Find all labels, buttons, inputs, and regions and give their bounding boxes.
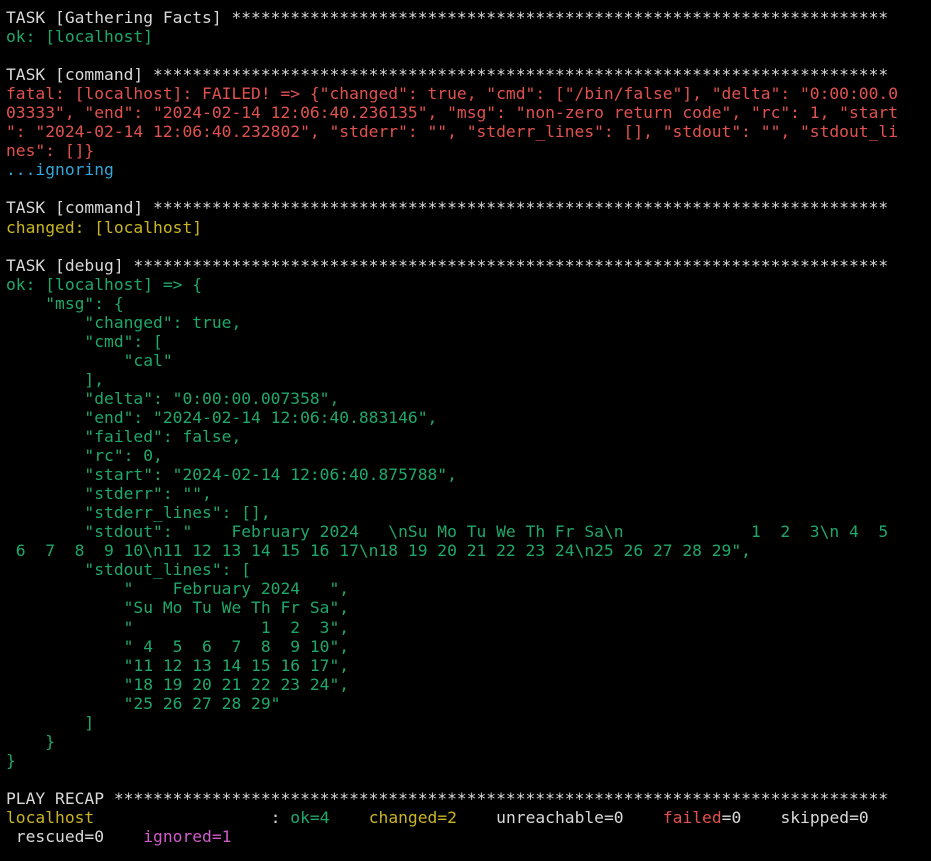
terminal-text-segment: changed: [localhost] — [6, 217, 203, 237]
terminal-text-segment: TASK [debug] ***************************… — [6, 255, 889, 275]
terminal-line: localhost : ok=4 changed=2 unreachable=0… — [6, 808, 931, 827]
terminal-text-segment: " 4 5 6 7 8 9 10", — [6, 636, 350, 656]
terminal-text-segment: " 1 2 3", — [6, 617, 350, 637]
terminal-text-segment: ], — [6, 369, 105, 389]
terminal-line: " February 2024 ", — [6, 579, 931, 598]
terminal-text-segment: ok: [localhost] — [6, 27, 154, 47]
terminal-text-segment: "cmd": [ — [6, 331, 163, 351]
terminal-text-segment: nes": []} — [6, 141, 95, 161]
terminal-text-segment: unreachable=0 — [456, 807, 663, 827]
terminal-text-segment: "18 19 20 21 22 23 24", — [6, 674, 350, 694]
terminal-line: 6 7 8 9 10\n11 12 13 14 15 16 17\n18 19 … — [6, 541, 931, 560]
terminal-text-segment: "Su Mo Tu We Th Fr Sa", — [6, 598, 350, 618]
terminal-line: "cal" — [6, 351, 931, 370]
terminal-text-segment: TASK [command] *************************… — [6, 198, 889, 218]
terminal-text-segment: "failed": false, — [6, 427, 242, 447]
terminal-line: "failed": false, — [6, 427, 931, 446]
terminal-text-segment: "cal" — [6, 350, 173, 370]
terminal-line: } — [6, 732, 931, 751]
terminal-text-segment: 03333", "end": "2024-02-14 12:06:40.2361… — [6, 103, 898, 123]
terminal-line: " 4 5 6 7 8 9 10", — [6, 637, 931, 656]
terminal-text-segment: "rc": 0, — [6, 446, 163, 466]
terminal-output: TASK [Gathering Facts] *****************… — [0, 0, 931, 861]
terminal-line: rescued=0 ignored=1 — [6, 827, 931, 846]
terminal-text-segment: TASK [Gathering Facts] *****************… — [6, 8, 889, 27]
terminal-line: "start": "2024-02-14 12:06:40.875788", — [6, 465, 931, 484]
terminal-text-segment: ok=4 — [290, 807, 330, 827]
terminal-text-segment: "end": "2024-02-14 12:06:40.883146", — [6, 407, 438, 427]
terminal-text-segment: "start": "2024-02-14 12:06:40.875788", — [6, 465, 457, 485]
terminal-text-segment: "11 12 13 14 15 16 17", — [6, 655, 350, 675]
terminal-text-segment: "25 26 27 28 29" — [6, 693, 281, 713]
terminal-line: TASK [command] *************************… — [6, 65, 931, 84]
terminal-text-segment: PLAY RECAP *****************************… — [6, 788, 889, 808]
terminal-line: changed: [localhost] — [6, 218, 931, 237]
terminal-line: 03333", "end": "2024-02-14 12:06:40.2361… — [6, 103, 931, 122]
terminal-line: "18 19 20 21 22 23 24", — [6, 675, 931, 694]
terminal-text-segment: "stdout_lines": [ — [6, 560, 252, 580]
terminal-line: TASK [command] *************************… — [6, 198, 931, 217]
terminal-text-segment: rescued=0 — [6, 827, 144, 847]
terminal-text-segment: "delta": "0:00:00.007358", — [6, 388, 340, 408]
terminal-line: "11 12 13 14 15 16 17", — [6, 656, 931, 675]
terminal-text-segment: "changed": true, — [6, 312, 242, 332]
terminal-text-segment: ...ignoring — [6, 160, 114, 180]
terminal-line: "rc": 0, — [6, 446, 931, 465]
terminal-line: "stderr_lines": [], — [6, 503, 931, 522]
terminal-text-segment: failed — [662, 807, 722, 827]
terminal-line: "stderr": "", — [6, 484, 931, 503]
terminal-line: "end": "2024-02-14 12:06:40.883146", — [6, 408, 931, 427]
terminal-line: nes": []} — [6, 141, 931, 160]
terminal-text-segment: ] — [6, 712, 95, 732]
terminal-line: "cmd": [ — [6, 332, 931, 351]
terminal-text-segment: changed=2 — [368, 807, 457, 827]
terminal-line: ": "2024-02-14 12:06:40.232802", "stderr… — [6, 122, 931, 141]
terminal-line: "stdout_lines": [ — [6, 560, 931, 579]
terminal-text-segment: ignored=1 — [143, 827, 232, 847]
terminal-line: "changed": true, — [6, 313, 931, 332]
terminal-line: "msg": { — [6, 294, 931, 313]
terminal-text-segment: } — [6, 750, 16, 770]
terminal-line: "25 26 27 28 29" — [6, 694, 931, 713]
terminal-line: " 1 2 3", — [6, 618, 931, 637]
terminal-text-segment: ": "2024-02-14 12:06:40.232802", "stderr… — [6, 122, 898, 142]
terminal-line: "stdout": " February 2024 \nSu Mo Tu We … — [6, 522, 931, 541]
terminal-text-segment: =0 skipped=0 — [721, 807, 869, 827]
terminal-line: PLAY RECAP *****************************… — [6, 789, 931, 808]
terminal-line: TASK [Gathering Facts] *****************… — [6, 8, 931, 27]
terminal-line: ok: [localhost] — [6, 27, 931, 46]
terminal-text-segment: : — [94, 807, 291, 827]
terminal-line: } — [6, 751, 931, 770]
terminal-text-segment: "stdout": " February 2024 \nSu Mo Tu We … — [6, 522, 889, 542]
terminal-line: TASK [debug] ***************************… — [6, 256, 931, 275]
terminal-line: ] — [6, 713, 931, 732]
terminal-text-segment: } — [6, 731, 56, 751]
terminal-line: ...ignoring — [6, 160, 931, 179]
terminal-line: ], — [6, 370, 931, 389]
terminal-line: "Su Mo Tu We Th Fr Sa", — [6, 598, 931, 617]
terminal-text-segment: "stderr": "", — [6, 484, 212, 504]
terminal-text-segment: "stderr_lines": [], — [6, 503, 271, 523]
terminal-line: ok: [localhost] => { — [6, 275, 931, 294]
terminal-line: "delta": "0:00:00.007358", — [6, 389, 931, 408]
terminal-text-segment: " February 2024 ", — [6, 579, 350, 599]
terminal-text-segment: fatal: [localhost]: FAILED! => {"changed… — [6, 84, 898, 104]
terminal-line: fatal: [localhost]: FAILED! => {"changed… — [6, 84, 931, 103]
terminal-text-segment: localhost — [6, 807, 95, 827]
terminal-text-segment: 6 7 8 9 10\n11 12 13 14 15 16 17\n18 19 … — [6, 541, 751, 561]
terminal-text-segment: TASK [command] *************************… — [6, 65, 889, 85]
terminal-text-segment: "msg": { — [6, 293, 124, 313]
terminal-text-segment: ok: [localhost] => { — [6, 274, 203, 294]
